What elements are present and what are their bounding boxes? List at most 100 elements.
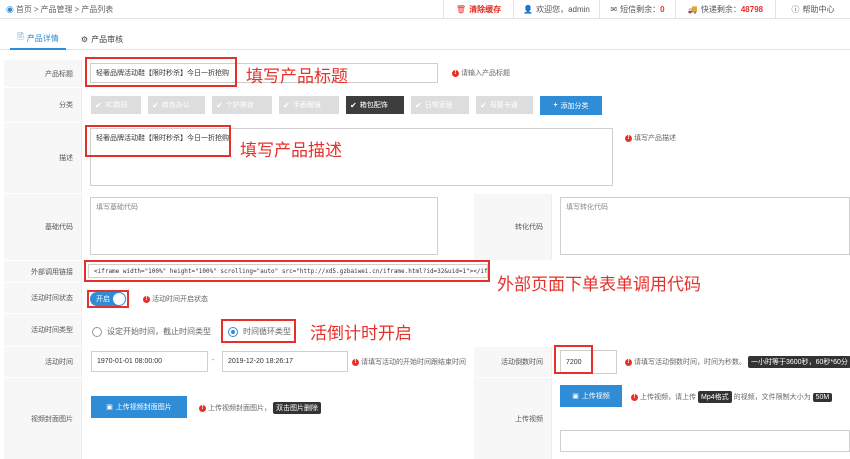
convert-code-label: 转化代码	[474, 194, 552, 260]
express-balance: 🚚 快递剩余： 48798	[675, 0, 775, 19]
alert-icon: !	[199, 404, 206, 412]
location-pin-icon: ◉	[6, 4, 14, 14]
check-icon: ✔	[480, 100, 487, 110]
tab-product-review[interactable]: ⚙ 产品审核	[74, 28, 130, 50]
alert-icon: !	[143, 295, 150, 303]
title-hint-text: 请输入产品标题	[461, 70, 510, 77]
alert-icon: !	[625, 134, 632, 142]
alert-icon: !	[352, 358, 359, 366]
category-beauty[interactable]: ✔ 个护美妆	[212, 96, 272, 114]
base-code-textarea[interactable]: 填写基础代码	[90, 197, 438, 255]
alert-icon: !	[452, 69, 459, 77]
start-time-input[interactable]: 1970-01-01 08:00:00	[91, 351, 208, 372]
category-label: 日常家居	[424, 102, 453, 109]
category-label: 个护美妆	[225, 102, 254, 109]
express-label: 快递剩余：	[700, 5, 741, 14]
radio-label: 设定开始时间，截止时间类型	[107, 327, 211, 336]
video-hint-pre: 上传视频，请上传	[640, 394, 696, 401]
category-label: 母婴卡通	[489, 102, 518, 109]
description-hint: ! 填写产品描述	[625, 133, 676, 143]
check-icon: ✔	[152, 100, 159, 110]
sms-count: 0	[660, 5, 665, 14]
video-cover-hint: ! 上传视频封面图片， 双击图片删除	[199, 402, 321, 414]
activity-type-annotation: 活倒计时开启	[310, 324, 412, 343]
tab-label: 产品详情	[26, 33, 59, 43]
breadcrumb-product-list[interactable]: 产品列表	[81, 4, 113, 15]
sms-icon: ✉	[610, 5, 618, 14]
countdown-hint-text: 请填写活动倒数时间，时间为秒数。	[634, 359, 746, 366]
description-annotation: 填写产品描述	[240, 141, 342, 160]
breadcrumb-separator: >	[74, 5, 80, 14]
check-icon: ✔	[350, 100, 357, 110]
external-annotation: 外部页面下单表单调用代码	[497, 275, 701, 294]
trash-icon: 🗑	[455, 5, 467, 14]
category-label: 手表眼镜	[292, 102, 321, 109]
activity-time-label: 活动时间	[4, 347, 82, 377]
tab-product-detail[interactable]: 🗎 产品详情	[10, 28, 66, 50]
welcome-user: 👤 欢迎您，admin	[513, 0, 599, 19]
category-watch[interactable]: ✔ 手表眼镜	[279, 96, 339, 114]
help-center-link[interactable]: ⓘ 帮助中心	[775, 0, 850, 19]
image-icon: ▣	[106, 404, 113, 411]
time-dash: -	[212, 357, 215, 364]
category-baby[interactable]: ✔ 母婴卡通	[476, 96, 533, 114]
video-cover-hint-text: 上传视频封面图片，	[208, 405, 271, 412]
alert-icon: !	[625, 358, 632, 366]
truck-icon: 🚚	[687, 5, 698, 14]
upload-video-cover-label: 上传视频封面图片	[115, 404, 172, 411]
external-link-label: 外部调用链接	[4, 261, 82, 282]
breadcrumb: ◉ 首页 > 产品管理 > 产品列表	[6, 4, 113, 15]
top-bar: ◉ 首页 > 产品管理 > 产品列表 🗑 清除缓存 👤 欢迎您，admin ✉ …	[0, 0, 850, 19]
upload-video-button[interactable]: ▣ 上传视频	[560, 385, 622, 407]
category-label: 商务办公	[161, 102, 190, 109]
plus-icon: +	[553, 102, 558, 109]
check-icon: ✔	[415, 100, 422, 110]
category-bags[interactable]: ✔ 箱包配饰	[346, 96, 404, 114]
upload-video-cover-button[interactable]: ▣ 上传视频封面图片	[91, 396, 187, 418]
category-3c[interactable]: ✔ 3C数码	[91, 96, 141, 114]
title-label: 产品标题	[4, 60, 82, 87]
activity-time-hint: ! 请填写活动的开始时间跟结束时间	[352, 357, 466, 367]
document-icon: 🗎	[17, 32, 24, 41]
breadcrumb-separator: >	[33, 5, 39, 14]
help-label: 帮助中心	[802, 5, 835, 14]
express-count: 48798	[740, 5, 764, 14]
check-icon: ✔	[95, 100, 102, 110]
annotation-box	[87, 290, 129, 308]
title-hint: ! 请输入产品标题	[452, 68, 510, 78]
check-icon: ✔	[283, 100, 290, 110]
countdown-hint: ! 请填写活动倒数时间，时间为秒数。 一小时等于3600秒，60秒*60分	[625, 356, 850, 368]
convert-code-textarea[interactable]: 填写转化代码	[560, 197, 850, 255]
add-category-label: 添加分类	[560, 102, 589, 110]
size-limit-tag: 50M	[812, 392, 833, 402]
annotation-box	[85, 57, 237, 87]
radio-button[interactable]	[92, 326, 102, 337]
countdown-tag: 一小时等于3600秒，60秒*60分	[748, 356, 850, 368]
clear-cache-label: 清除缓存	[469, 5, 502, 14]
welcome-text: 欢迎您，admin	[536, 5, 590, 14]
sms-label: 短信剩余：	[620, 5, 661, 14]
breadcrumb-product-management[interactable]: 产品管理	[41, 4, 73, 15]
activity-time-hint-text: 请填写活动的开始时间跟结束时间	[361, 359, 466, 366]
base-code-label: 基础代码	[4, 194, 82, 260]
category-home[interactable]: ✔ 日常家居	[411, 96, 469, 114]
video-hint-mid: 的视频，文件限制大小为	[733, 394, 811, 401]
double-click-delete-tag: 双击图片删除	[273, 402, 321, 414]
category-label: 3C数码	[104, 102, 128, 109]
annotation-box	[85, 125, 231, 157]
alert-icon: !	[631, 393, 638, 401]
description-label: 描述	[4, 123, 82, 193]
category-label: 分类	[4, 88, 82, 122]
check-icon: ✔	[216, 100, 223, 110]
end-time-input[interactable]: 2019-12-20 18:26:17	[222, 351, 348, 372]
video-path-input[interactable]	[560, 430, 850, 452]
help-icon: ⓘ	[791, 5, 800, 14]
clear-cache-button[interactable]: 🗑 清除缓存	[443, 0, 513, 19]
tab-bar: 🗎 产品详情 ⚙ 产品审核	[0, 28, 850, 50]
user-icon: 👤	[523, 5, 534, 14]
breadcrumb-home[interactable]: 首页	[16, 4, 32, 15]
radio-start-end[interactable]: 设定开始时间，截止时间类型	[92, 326, 211, 337]
video-upload-hint: ! 上传视频，请上传 Mp4格式 的视频，文件限制大小为 50M	[631, 391, 833, 403]
add-category-button[interactable]: + 添加分类	[540, 96, 602, 115]
category-office[interactable]: ✔ 商务办公	[148, 96, 205, 114]
